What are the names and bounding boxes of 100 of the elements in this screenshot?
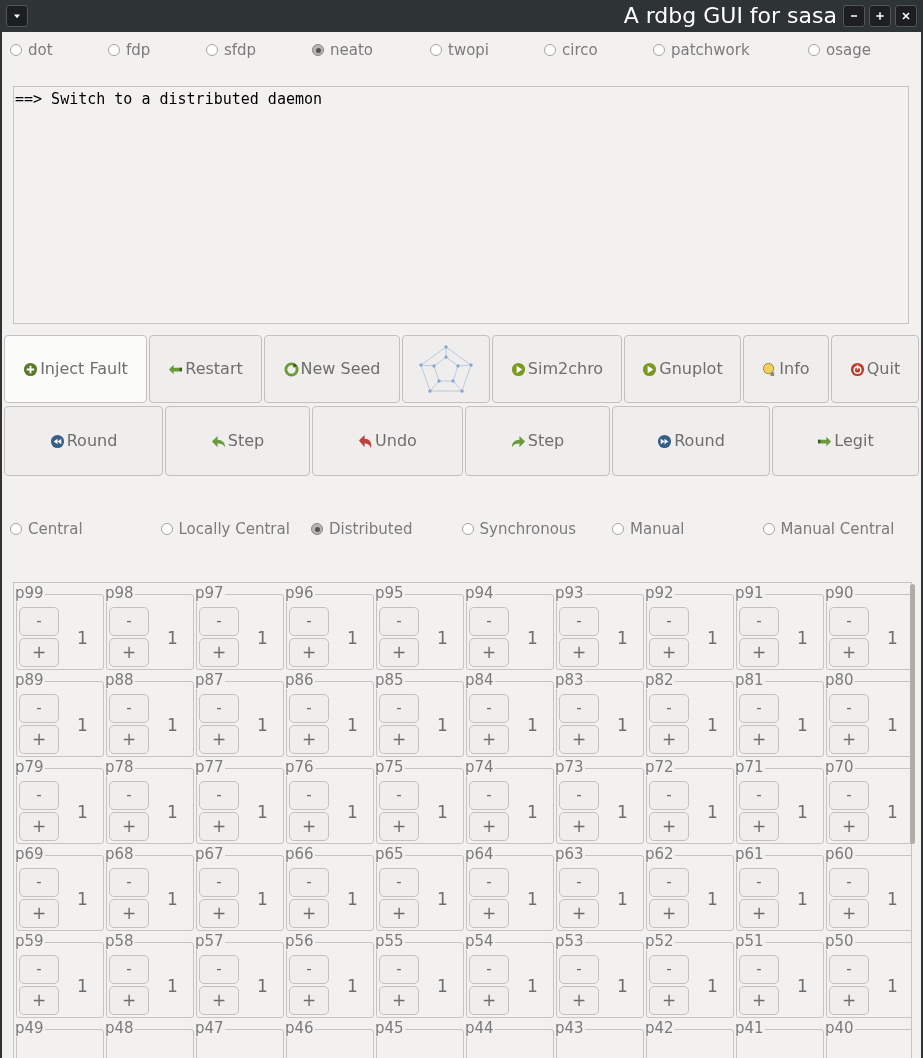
increment-button[interactable]: + <box>379 638 419 667</box>
toolbar-button[interactable]: Legit <box>772 406 919 476</box>
increment-button[interactable]: + <box>649 986 689 1015</box>
radio-button[interactable] <box>461 523 474 535</box>
radio-button[interactable] <box>653 44 665 56</box>
decrement-button[interactable]: - <box>829 955 869 984</box>
increment-button[interactable]: + <box>829 638 869 667</box>
increment-button[interactable]: + <box>109 899 149 928</box>
decrement-button[interactable]: - <box>469 955 509 984</box>
radio-button[interactable] <box>430 44 442 56</box>
decrement-button[interactable]: - <box>649 781 689 810</box>
increment-button[interactable]: + <box>829 986 869 1015</box>
decrement-button[interactable]: - <box>199 781 239 810</box>
decrement-button[interactable]: - <box>649 955 689 984</box>
increment-button[interactable]: + <box>379 812 419 841</box>
decrement-button[interactable]: - <box>559 868 599 897</box>
increment-button[interactable]: + <box>649 899 689 928</box>
increment-button[interactable]: + <box>19 899 59 928</box>
increment-button[interactable]: + <box>199 638 239 667</box>
radio-option[interactable]: circo <box>544 38 653 62</box>
radio-button[interactable] <box>108 44 120 56</box>
toolbar-button[interactable]: New Seed <box>264 335 400 403</box>
decrement-button[interactable]: - <box>19 607 59 636</box>
decrement-button[interactable]: - <box>829 868 869 897</box>
increment-button[interactable]: + <box>289 986 329 1015</box>
increment-button[interactable]: + <box>109 812 149 841</box>
radio-button[interactable] <box>312 44 324 56</box>
decrement-button[interactable]: - <box>469 607 509 636</box>
radio-button[interactable] <box>206 44 218 56</box>
graph-button[interactable] <box>402 335 490 403</box>
increment-button[interactable]: + <box>289 899 329 928</box>
decrement-button[interactable]: - <box>559 694 599 723</box>
increment-button[interactable]: + <box>829 725 869 754</box>
decrement-button[interactable]: - <box>289 694 329 723</box>
decrement-button[interactable]: - <box>19 694 59 723</box>
decrement-button[interactable]: - <box>559 607 599 636</box>
decrement-button[interactable]: - <box>829 607 869 636</box>
increment-button[interactable]: + <box>829 812 869 841</box>
decrement-button[interactable]: - <box>379 781 419 810</box>
toolbar-button[interactable]: Restart <box>149 335 262 403</box>
decrement-button[interactable]: - <box>109 694 149 723</box>
decrement-button[interactable]: - <box>109 868 149 897</box>
toolbar-button[interactable]: Inject Fault <box>4 335 147 403</box>
decrement-button[interactable]: - <box>739 955 779 984</box>
close-button[interactable] <box>895 5 917 27</box>
radio-option[interactable]: Distributed <box>311 517 462 541</box>
radio-button[interactable] <box>10 44 22 56</box>
radio-option[interactable]: neato <box>312 38 430 62</box>
increment-button[interactable]: + <box>469 986 509 1015</box>
decrement-button[interactable]: - <box>19 868 59 897</box>
increment-button[interactable]: + <box>829 899 869 928</box>
decrement-button[interactable]: - <box>649 694 689 723</box>
decrement-button[interactable]: - <box>739 607 779 636</box>
radio-button[interactable] <box>544 44 556 56</box>
radio-option[interactable]: Central <box>10 517 161 541</box>
increment-button[interactable]: + <box>739 899 779 928</box>
increment-button[interactable]: + <box>469 899 509 928</box>
decrement-button[interactable]: - <box>199 607 239 636</box>
radio-option[interactable]: sfdp <box>206 38 312 62</box>
radio-option[interactable]: dot <box>10 38 108 62</box>
decrement-button[interactable]: - <box>289 607 329 636</box>
increment-button[interactable]: + <box>469 725 509 754</box>
decrement-button[interactable]: - <box>829 694 869 723</box>
toolbar-button[interactable]: Undo <box>312 406 463 476</box>
decrement-button[interactable]: - <box>469 868 509 897</box>
decrement-button[interactable]: - <box>739 694 779 723</box>
radio-option[interactable]: Synchronous <box>461 517 612 541</box>
increment-button[interactable]: + <box>289 812 329 841</box>
increment-button[interactable]: + <box>379 899 419 928</box>
radio-button[interactable] <box>311 523 323 535</box>
increment-button[interactable]: + <box>649 725 689 754</box>
increment-button[interactable]: + <box>739 725 779 754</box>
decrement-button[interactable]: - <box>829 781 869 810</box>
decrement-button[interactable]: - <box>739 781 779 810</box>
increment-button[interactable]: + <box>559 899 599 928</box>
increment-button[interactable]: + <box>19 638 59 667</box>
decrement-button[interactable]: - <box>19 781 59 810</box>
decrement-button[interactable]: - <box>19 955 59 984</box>
toolbar-button[interactable]: Quit <box>831 335 919 403</box>
increment-button[interactable]: + <box>649 638 689 667</box>
toolbar-button[interactable]: Round <box>612 406 770 476</box>
radio-option[interactable]: Manual <box>612 517 763 541</box>
toolbar-button[interactable]: Round <box>4 406 163 476</box>
radio-option[interactable]: Manual Central <box>762 517 913 541</box>
increment-button[interactable]: + <box>199 812 239 841</box>
increment-button[interactable]: + <box>379 986 419 1015</box>
toolbar-button[interactable]: Gnuplot <box>624 335 741 403</box>
increment-button[interactable]: + <box>559 638 599 667</box>
increment-button[interactable]: + <box>559 812 599 841</box>
toolbar-button[interactable]: Step <box>465 406 610 476</box>
decrement-button[interactable]: - <box>109 607 149 636</box>
decrement-button[interactable]: - <box>559 781 599 810</box>
decrement-button[interactable]: - <box>289 781 329 810</box>
decrement-button[interactable]: - <box>199 694 239 723</box>
toolbar-button[interactable]: Sim2chro <box>492 335 622 403</box>
decrement-button[interactable]: - <box>649 868 689 897</box>
decrement-button[interactable]: - <box>739 868 779 897</box>
increment-button[interactable]: + <box>559 725 599 754</box>
maximize-button[interactable] <box>869 5 891 27</box>
increment-button[interactable]: + <box>739 638 779 667</box>
